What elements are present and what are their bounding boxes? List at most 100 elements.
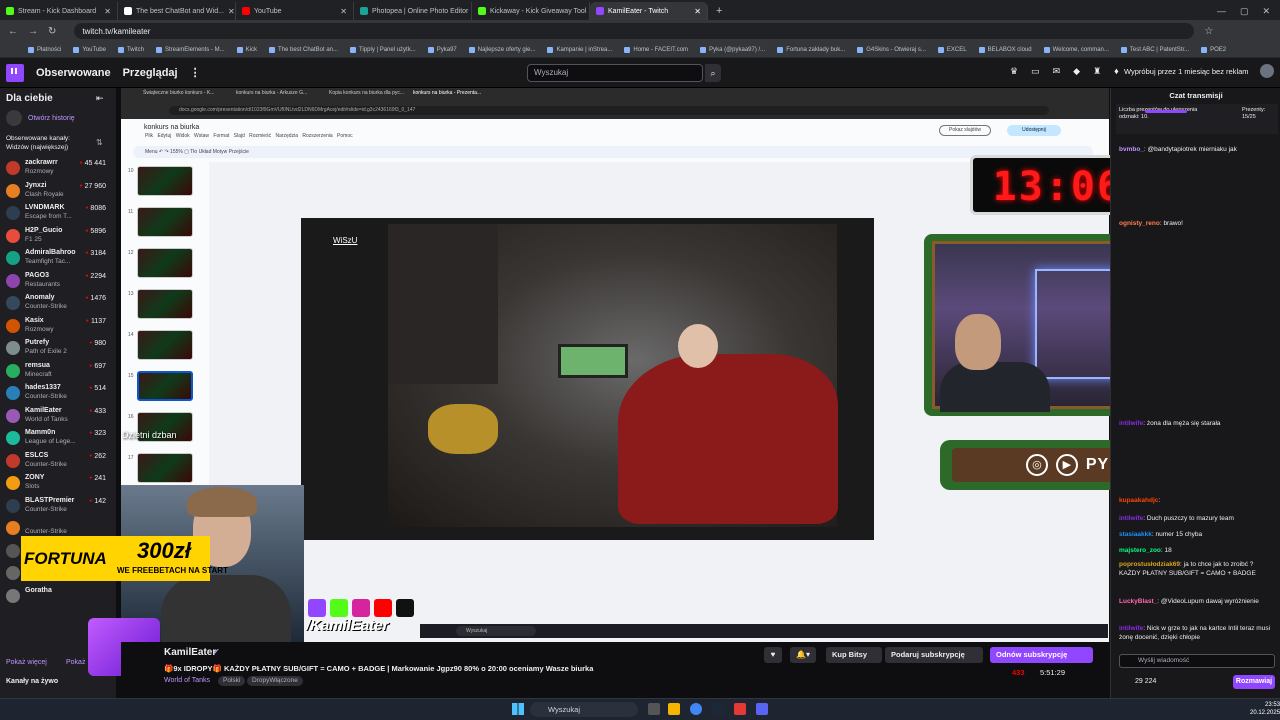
chat-username[interactable]: LuckyBlast_ — [1119, 598, 1157, 605]
chat-username[interactable]: ognisty_reno — [1119, 220, 1160, 227]
bookmark-item[interactable]: Kick — [236, 46, 257, 53]
windows-start-icon[interactable] — [512, 703, 524, 715]
bookmark-item[interactable]: Test ABC | PatentStr... — [1120, 46, 1189, 53]
sidebar-channel[interactable]: KasixRozmowy 1137 — [4, 316, 114, 336]
bookmark-item[interactable]: Pyka (@pykaa97) /... — [700, 46, 765, 53]
nav-followed-link[interactable]: Obserwowane — [36, 67, 111, 79]
bookmark-item[interactable]: Home - FACEIT.com — [624, 46, 688, 53]
crown-icon[interactable]: ♛ — [1010, 66, 1018, 77]
bookmark-item[interactable]: Kampanie | inStrea... — [547, 46, 612, 53]
user-avatar[interactable] — [1260, 64, 1274, 78]
bookmark-item[interactable]: Płatności — [28, 46, 61, 53]
whispers-icon[interactable]: ✉ — [1053, 66, 1061, 77]
browser-tab[interactable]: Kickaway - Kick Giveaway Tool✕ — [472, 2, 590, 20]
new-tab-button[interactable]: + — [708, 2, 730, 20]
bookmark-item[interactable]: The best ChatBot an... — [268, 46, 338, 53]
tag-pill[interactable]: Polski — [218, 676, 246, 686]
chat-username[interactable]: poprostusłodziak69 — [1119, 561, 1180, 568]
bookmark-item[interactable]: Fortuna zakłady buk... — [777, 46, 845, 53]
bookmark-item[interactable]: Pyka97 — [427, 46, 457, 53]
reload-icon[interactable]: ↻ — [48, 26, 56, 37]
chat-username[interactable]: majstero_zoo — [1119, 547, 1161, 554]
chat-username[interactable]: intilwife — [1119, 420, 1143, 427]
steam-icon[interactable] — [712, 703, 724, 715]
show-less-link[interactable]: Pokaż — [66, 659, 85, 666]
tag-pill[interactable]: DropyWłączone — [247, 676, 303, 686]
obs-icon[interactable] — [734, 703, 746, 715]
history-link[interactable]: Otwórz historię — [6, 110, 75, 126]
channel-points[interactable]: 29 224 — [1135, 678, 1156, 685]
maximize-icon[interactable]: ▢ — [1240, 6, 1249, 17]
close-icon[interactable]: ✕ — [104, 7, 111, 16]
bookmark-item[interactable]: EXCEL — [937, 46, 967, 53]
game-link[interactable]: World of Tanks — [164, 677, 210, 684]
task-view-icon[interactable] — [648, 703, 660, 715]
chat-input[interactable]: Wyślij wiadomość — [1119, 654, 1275, 668]
twitch-logo-icon[interactable] — [6, 63, 24, 82]
turbo-icon[interactable]: ♜ — [1093, 66, 1101, 77]
bits-icon[interactable]: ◆ — [1073, 66, 1080, 77]
forward-icon[interactable]: → — [28, 26, 38, 37]
taskbar-search[interactable]: Wyszukaj — [530, 702, 638, 717]
close-icon[interactable]: ✕ — [694, 7, 701, 16]
follow-heart-button[interactable]: ♥ — [764, 647, 782, 663]
renew-sub-button[interactable]: Odnów subskrypcję — [990, 647, 1093, 663]
channel-name[interactable]: KamilEater — [164, 647, 216, 658]
search-input[interactable]: Wyszukaj — [527, 64, 703, 82]
chat-send-button[interactable]: Rozmawiaj — [1233, 675, 1275, 689]
bookmark-item[interactable]: G4Skins - Otwieraj s... — [857, 46, 926, 53]
sidebar-channel[interactable]: hades1337 Counter-Strike 514 — [4, 383, 114, 403]
sort-icon[interactable]: ⇅ — [96, 138, 103, 147]
chat-username[interactable]: stasiaakkk — [1119, 531, 1152, 538]
sidebar-channel[interactable]: Anomaly Counter-Strike 1476 — [4, 293, 114, 313]
sidebar-channel[interactable]: Goratha — [4, 586, 114, 606]
browser-tab[interactable]: Stream - Kick Dashboard ✕ — [0, 2, 118, 20]
inbox-icon[interactable]: ▭ — [1031, 66, 1040, 77]
discord-icon[interactable] — [756, 703, 768, 715]
browser-tab[interactable]: Photopea | Online Photo Editor✕ — [354, 2, 472, 20]
sidebar-channel[interactable]: PAGO3Restaurants 2294 — [4, 271, 114, 291]
chat-username[interactable]: intilwife — [1119, 515, 1143, 522]
buy-bits-button[interactable]: Kup Bitsy — [826, 647, 882, 663]
bookmark-item[interactable]: Tipply | Panel użytk... — [350, 46, 416, 53]
minimize-icon[interactable]: — — [1217, 6, 1226, 16]
sidebar-channel[interactable]: Putrefy Path of Exile 2 980 — [4, 338, 114, 358]
chat-username[interactable]: bvmbo_ — [1119, 146, 1144, 153]
chat-username[interactable]: intilwife — [1119, 625, 1143, 632]
chrome-icon[interactable] — [690, 703, 702, 715]
close-icon[interactable]: ✕ — [228, 7, 235, 16]
bookmark-item[interactable]: StreamElements - M... — [155, 46, 225, 53]
more-icon[interactable]: ⋮ — [190, 66, 201, 79]
nav-browse-link[interactable]: Przeglądaj — [123, 67, 178, 79]
sidebar-channel[interactable]: remsuaMinecraft 697 — [4, 361, 114, 381]
sidebar-channel[interactable]: Counter-Strike — [4, 518, 114, 538]
back-icon[interactable]: ← — [8, 26, 18, 37]
bookmark-item[interactable]: BELABOX cloud — [978, 46, 1032, 53]
file-explorer-icon[interactable] — [668, 703, 680, 715]
browser-tab[interactable]: YouTube ✕ — [236, 2, 354, 20]
url-field[interactable]: twitch.tv/kamileater — [74, 23, 1195, 39]
browser-tab-active[interactable]: KamilEater - Twitch ✕ — [590, 2, 708, 20]
notifications-button[interactable]: 🔔▾ — [790, 647, 816, 663]
sidebar-channel[interactable]: ZONY Slots 241 — [4, 473, 114, 493]
sidebar-channel[interactable]: ESLCSCounter-Strike 262 — [4, 451, 114, 471]
search-icon[interactable]: ⌕ — [705, 64, 721, 82]
bookmark-item[interactable]: YouTube — [73, 46, 106, 53]
sidebar-channel[interactable]: H2P_GucioF1 25 5896 — [4, 226, 114, 246]
collapse-sidebar-icon[interactable]: ⇤ — [96, 93, 104, 104]
sidebar-channel[interactable]: AdmiralBahroo Teamfight Tac... 3184 — [4, 248, 114, 268]
bookmark-item[interactable]: Welcome, comman... — [1043, 46, 1109, 53]
bookmark-item[interactable]: Najlepsze oferty gie... — [468, 46, 535, 53]
close-window-icon[interactable]: ✕ — [1262, 6, 1270, 17]
sidebar-channel[interactable]: Mamm0n League of Lege... 323 — [4, 428, 114, 448]
bookmark-item[interactable]: POE2 — [1201, 46, 1226, 53]
chat-username[interactable]: kupaakahdjc — [1119, 497, 1158, 504]
bits-drop-icon[interactable]: ♦ — [1114, 66, 1119, 77]
close-icon[interactable]: ✕ — [340, 7, 347, 16]
sidebar-channel[interactable]: BLASTPremierCounter-Strike 142 — [4, 496, 114, 516]
bookmark-item[interactable]: Twitch — [117, 46, 144, 53]
sidebar-channel[interactable]: JynxziClash Royale 27 960 — [4, 181, 114, 201]
browser-tab[interactable]: The best ChatBot and Wid... ✕ — [118, 2, 236, 20]
show-more-link[interactable]: Pokaż więcej — [6, 659, 47, 666]
sidebar-channel[interactable]: zackrawrr Rozmowy 45 441 — [4, 158, 114, 178]
